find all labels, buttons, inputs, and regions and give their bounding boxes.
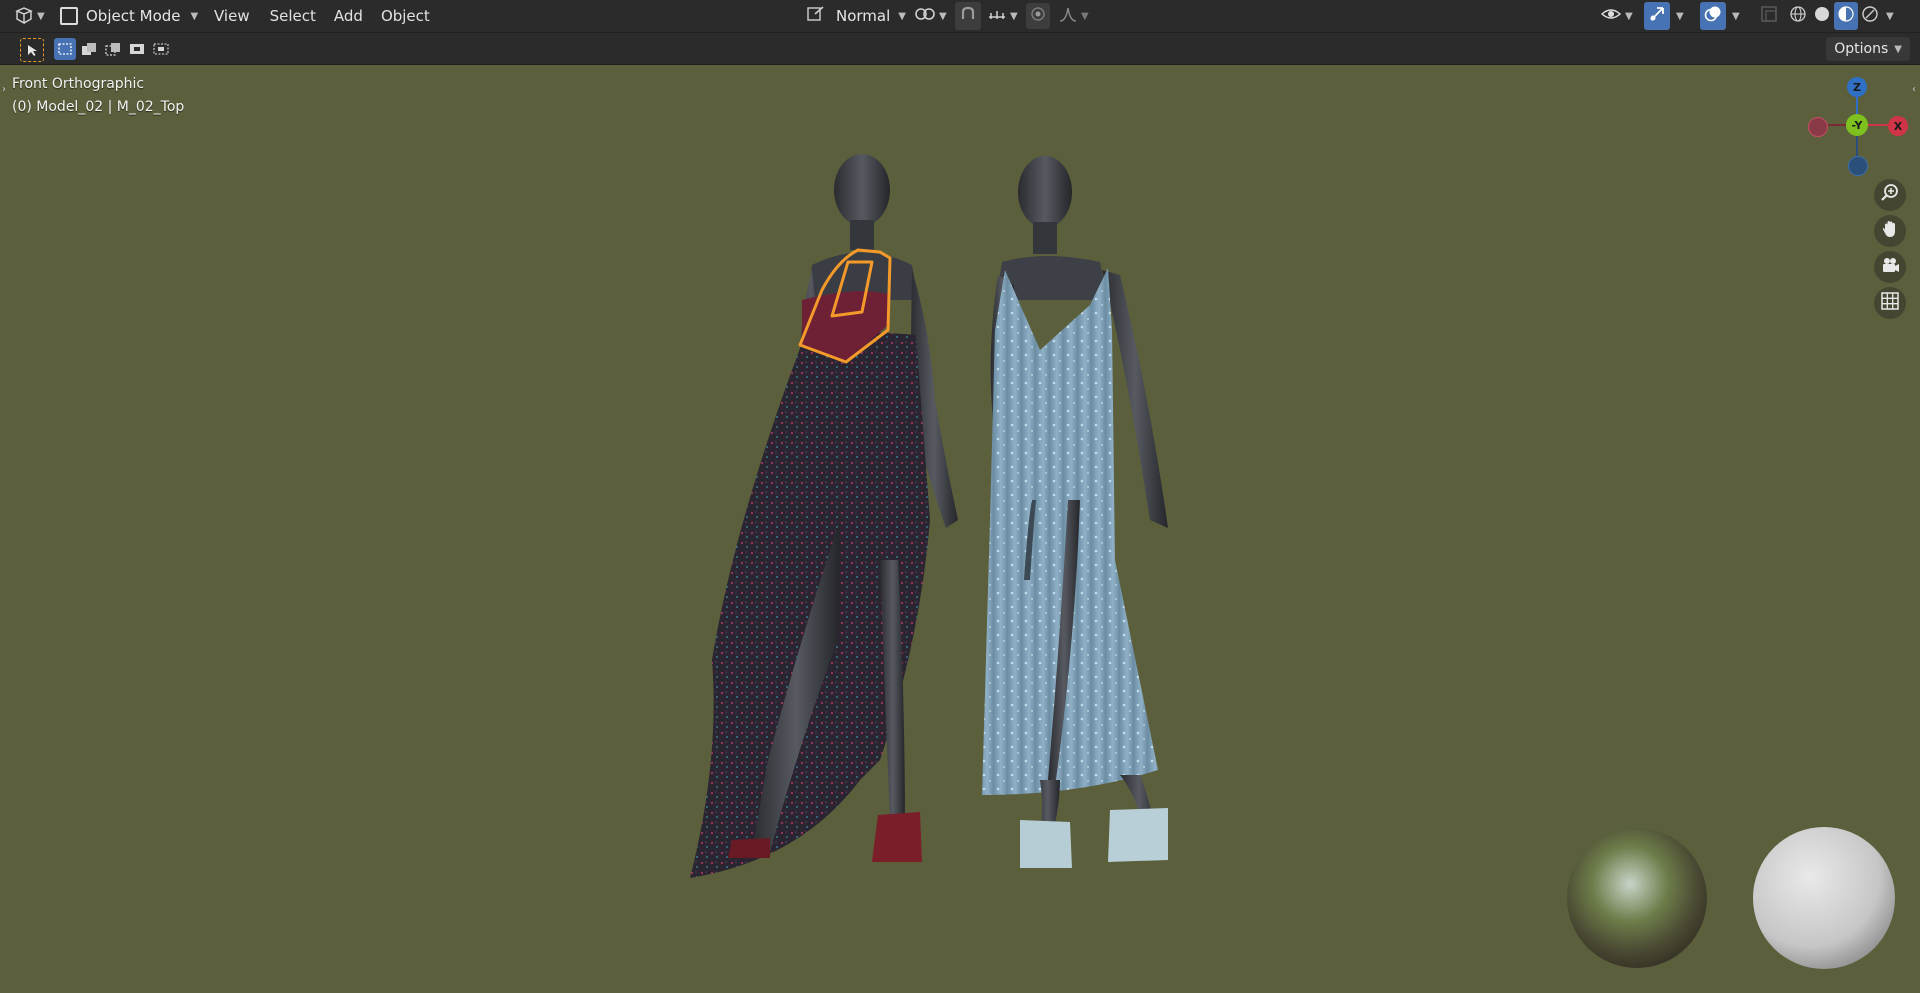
viewport-3d-icon: [14, 7, 34, 25]
gizmo-neg-z-axis[interactable]: [1848, 156, 1868, 176]
orientation-label: Normal: [836, 7, 891, 25]
overlays-icon[interactable]: [1700, 2, 1726, 30]
xray-toggle[interactable]: [1760, 0, 1778, 32]
menu-select[interactable]: Select: [264, 7, 322, 25]
mode-selector[interactable]: Object Mode ▼: [60, 0, 198, 32]
toolbar-expand-arrow[interactable]: ›: [2, 84, 6, 95]
camera-view-button[interactable]: [1874, 251, 1906, 283]
viewport-scene[interactable]: [0, 0, 1920, 993]
zoom-magnifier-icon: [1880, 183, 1900, 207]
menu-view[interactable]: View: [208, 7, 256, 25]
header-menu: View Select Add Object: [208, 0, 436, 32]
chevron-down-icon: ▼: [1894, 43, 1902, 55]
camera-icon: [1880, 255, 1900, 279]
options-dropdown[interactable]: Options ▼: [1826, 37, 1910, 61]
snap-increment-icon[interactable]: [987, 5, 1007, 27]
select-invert-icon[interactable]: [126, 38, 148, 60]
gizmo-y-axis[interactable]: -Y: [1846, 114, 1868, 136]
orientation-icon: [806, 5, 826, 27]
chevron-down-icon: ▼: [1625, 10, 1633, 22]
proportional-edit-icon[interactable]: [1026, 3, 1050, 29]
gizmo-toggle-group: ▼: [1644, 0, 1684, 32]
select-intersect-icon[interactable]: [150, 38, 172, 60]
hand-icon: [1880, 219, 1900, 243]
editor-type-selector[interactable]: ▼: [14, 0, 45, 32]
figure-left: [690, 154, 958, 878]
mode-label: Object Mode: [86, 7, 181, 25]
shading-mode-group: ▼: [1786, 0, 1894, 32]
select-subtract-icon[interactable]: [102, 38, 124, 60]
zoom-button[interactable]: [1874, 179, 1906, 211]
chevron-down-icon: ▼: [939, 10, 947, 22]
wireframe-shading-icon[interactable]: [1786, 2, 1810, 30]
rendered-shading-icon[interactable]: [1858, 2, 1882, 30]
options-label: Options: [1834, 41, 1889, 57]
select-tool-icon[interactable]: [20, 38, 44, 62]
gizmo-neg-x-axis[interactable]: [1808, 117, 1828, 137]
chevron-down-icon[interactable]: ▼: [1676, 11, 1684, 22]
chevron-down-icon: ▼: [898, 10, 906, 22]
snap-toggle-icon[interactable]: [955, 2, 981, 30]
pan-button[interactable]: [1874, 215, 1906, 247]
tool-settings-bar: Options ▼: [0, 33, 1920, 65]
menu-object[interactable]: Object: [375, 7, 436, 25]
solid-shading-icon[interactable]: [1810, 2, 1834, 30]
grid-icon: [1880, 291, 1900, 315]
gizmo-x-label: X: [1893, 119, 1903, 133]
figure-right: [982, 156, 1168, 868]
select-new-icon[interactable]: [54, 38, 76, 60]
chevron-down-icon[interactable]: ▼: [1732, 11, 1740, 22]
orthographic-toggle-button[interactable]: [1874, 287, 1906, 319]
navigation-gizmo[interactable]: Z -Y X: [1806, 72, 1916, 182]
snapping-group: ▼: [955, 0, 1018, 32]
eye-filter-icon: [1600, 5, 1622, 27]
gizmo-z-axis[interactable]: Z: [1847, 77, 1867, 97]
select-extend-icon[interactable]: [78, 38, 100, 60]
chevron-down-icon[interactable]: ▼: [1010, 11, 1018, 22]
chevron-down-icon[interactable]: ▼: [1886, 11, 1894, 22]
gizmo-y-label: -Y: [1851, 118, 1863, 132]
chevron-down-icon: ▼: [190, 10, 199, 22]
material-preview-sphere: [1753, 827, 1895, 969]
object-mode-icon: [60, 7, 78, 25]
gizmo-z-label: Z: [1853, 80, 1861, 94]
overlay-toggle-group: ▼: [1700, 0, 1740, 32]
xray-icon: [1760, 5, 1778, 27]
chevron-down-icon: ▼: [37, 10, 45, 22]
gizmo-toggle-icon[interactable]: [1644, 2, 1670, 30]
proportional-edit-group: ▼: [1026, 0, 1089, 32]
gizmo-x-axis[interactable]: X: [1888, 116, 1908, 136]
pivot-link-icon: [914, 5, 936, 27]
material-preview-shading-icon[interactable]: [1834, 2, 1858, 30]
object-info: (0) Model_02 | M_02_Top: [12, 99, 185, 115]
view-name: Front Orthographic: [12, 76, 145, 92]
pivot-point-selector[interactable]: ▼: [914, 0, 947, 32]
hdri-preview-sphere: [1567, 828, 1707, 968]
falloff-curve-icon[interactable]: [1058, 5, 1078, 27]
visibility-selector[interactable]: ▼: [1600, 0, 1633, 32]
menu-add[interactable]: Add: [328, 7, 369, 25]
transform-orientation[interactable]: Normal ▼: [806, 0, 906, 32]
chevron-down-icon[interactable]: ▼: [1081, 11, 1089, 22]
viewport-header: ▼ Object Mode ▼ View Select Add Object N…: [0, 0, 1920, 33]
